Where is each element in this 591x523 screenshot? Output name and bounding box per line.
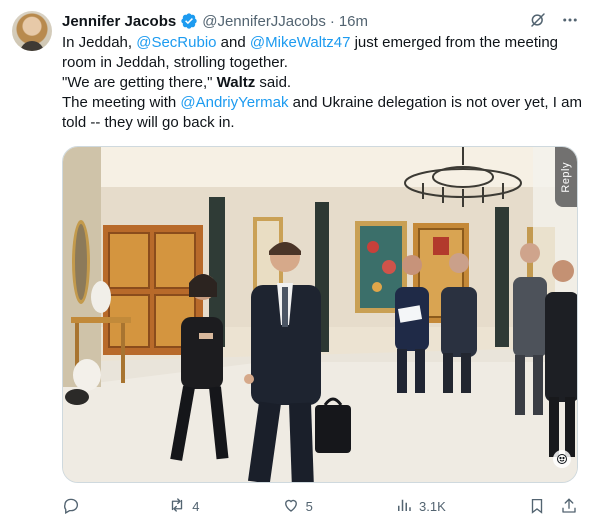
- tweet-actions: 4 5 3.1K: [62, 494, 578, 518]
- video-frame: [63, 147, 577, 482]
- views-button[interactable]: 3.1K: [395, 496, 446, 517]
- text-segment: The meeting with: [62, 94, 181, 111]
- heart-icon: [282, 496, 300, 517]
- tweet-paragraph-1: In Jeddah, @SecRubio and @MikeWaltz47 ju…: [62, 33, 582, 73]
- reply-side-tab-label: Reply: [560, 161, 572, 193]
- mention-mikewaltz47[interactable]: @MikeWaltz47: [250, 34, 351, 51]
- reply-button[interactable]: [62, 496, 86, 517]
- verified-badge-icon[interactable]: [180, 12, 198, 30]
- text-segment: In Jeddah,: [62, 34, 137, 51]
- tweet-media-video[interactable]: Reply: [62, 146, 578, 483]
- views-icon: [395, 496, 413, 517]
- tweet-header: Jennifer Jacobs @JenniferJJacobs · 16m: [62, 11, 579, 31]
- repost-icon: [168, 496, 186, 517]
- like-count: 5: [305, 498, 313, 514]
- repost-button[interactable]: 4: [168, 496, 199, 517]
- secondary-actions: [528, 497, 578, 515]
- quote-text: "We are getting there,": [62, 74, 217, 91]
- bookmark-icon[interactable]: [528, 497, 546, 515]
- tweet-paragraph-2: "We are getting there," Waltz said.: [62, 73, 582, 93]
- like-button[interactable]: 5: [282, 496, 313, 517]
- media-settings-icon[interactable]: [553, 450, 571, 468]
- tweet-paragraph-3: The meeting with @AndriyYermak and Ukrai…: [62, 93, 582, 133]
- grok-icon[interactable]: [529, 11, 547, 29]
- quote-speaker: Waltz: [216, 74, 256, 91]
- mention-andriyyermak[interactable]: @AndriyYermak: [180, 94, 288, 111]
- tweet: Jennifer Jacobs @JenniferJJacobs · 16m I…: [0, 0, 591, 523]
- timestamp[interactable]: 16m: [339, 13, 368, 30]
- text-segment: said.: [255, 74, 292, 91]
- separator-dot: ·: [329, 12, 335, 30]
- author-name[interactable]: Jennifer Jacobs: [62, 13, 176, 30]
- text-segment: and: [216, 34, 250, 51]
- repost-count: 4: [192, 498, 200, 514]
- author-handle[interactable]: @JenniferJJacobs: [202, 13, 326, 30]
- views-count: 3.1K: [419, 498, 446, 514]
- share-icon[interactable]: [560, 497, 578, 515]
- avatar[interactable]: [12, 11, 52, 51]
- reply-icon: [62, 496, 80, 517]
- mention-secrubio[interactable]: @SecRubio: [136, 34, 216, 51]
- header-actions: [529, 11, 579, 29]
- tweet-text: In Jeddah, @SecRubio and @MikeWaltz47 ju…: [62, 33, 582, 133]
- reply-side-tab[interactable]: Reply: [555, 147, 577, 207]
- more-options-icon[interactable]: [561, 11, 579, 29]
